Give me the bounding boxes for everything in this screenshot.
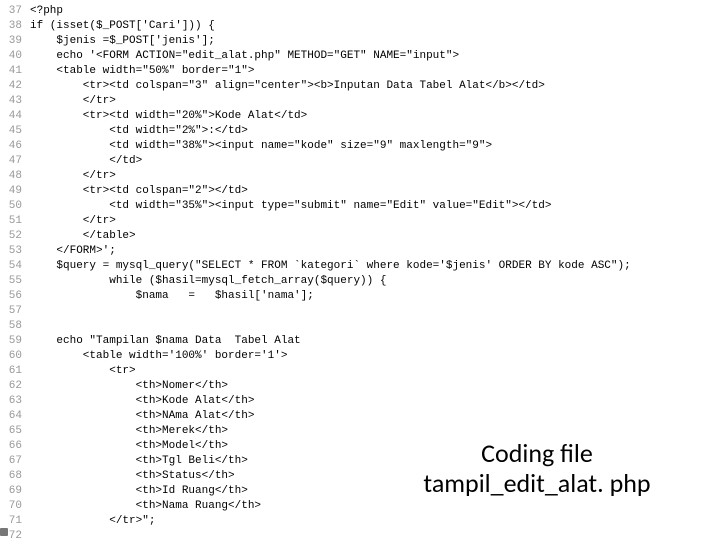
code-line: </td>: [30, 154, 720, 169]
slide-caption: Coding file tampil_edit_alat. php: [382, 438, 692, 498]
code-line: <th>Merek</th>: [30, 424, 720, 439]
line-number: 41: [0, 64, 22, 79]
line-number: 43: [0, 94, 22, 109]
code-line: echo "Tampilan $nama Data Tabel Alat: [30, 334, 720, 349]
line-number: 56: [0, 289, 22, 304]
line-number: 44: [0, 109, 22, 124]
code-line: <td width="38%"><input name="kode" size=…: [30, 139, 720, 154]
line-number: 55: [0, 274, 22, 289]
line-number: 47: [0, 154, 22, 169]
code-line: <tr><td colspan="2"></td>: [30, 184, 720, 199]
line-number: 50: [0, 199, 22, 214]
line-number: 53: [0, 244, 22, 259]
line-number: 57: [0, 304, 22, 319]
line-number: 42: [0, 79, 22, 94]
code-line: <th>Nama Ruang</th>: [30, 499, 720, 514]
line-number: 37: [0, 4, 22, 19]
line-number: 51: [0, 214, 22, 229]
code-line: <?php: [30, 4, 720, 19]
line-number-gutter: 3738394041424344454647484950515253545556…: [0, 4, 30, 544]
code-line: [30, 319, 720, 334]
code-line: <table width='100%' border='1'>: [30, 349, 720, 364]
line-number: 38: [0, 19, 22, 34]
code-line: $nama = $hasil['nama'];: [30, 289, 720, 304]
caption-line-2: tampil_edit_alat. php: [382, 468, 692, 498]
code-line: while ($hasil=mysql_fetch_array($query))…: [30, 274, 720, 289]
line-number: 45: [0, 124, 22, 139]
line-number: 70: [0, 499, 22, 514]
line-number: 65: [0, 424, 22, 439]
line-number: 60: [0, 349, 22, 364]
line-number: 58: [0, 319, 22, 334]
code-line: <table width="50%" border="1">: [30, 64, 720, 79]
line-number: 39: [0, 34, 22, 49]
line-number: 62: [0, 379, 22, 394]
code-line: $query = mysql_query("SELECT * FROM `kat…: [30, 259, 720, 274]
code-line: [30, 304, 720, 319]
code-line: </tr>: [30, 94, 720, 109]
line-number: 40: [0, 49, 22, 64]
line-number: 48: [0, 169, 22, 184]
code-line: [30, 529, 720, 544]
code-line: <tr><td colspan="3" align="center"><b>In…: [30, 79, 720, 94]
code-line: <th>Kode Alat</th>: [30, 394, 720, 409]
code-line: if (isset($_POST['Cari'])) {: [30, 19, 720, 34]
code-line: </tr>";: [30, 514, 720, 529]
line-number: 66: [0, 439, 22, 454]
code-line: </tr>: [30, 214, 720, 229]
code-line: <th>NAma Alat</th>: [30, 409, 720, 424]
code-line: <tr><td width="20%">Kode Alat</td>: [30, 109, 720, 124]
code-line: $jenis =$_POST['jenis'];: [30, 34, 720, 49]
bullet-marker: [0, 528, 8, 536]
code-line: <th>Nomer</th>: [30, 379, 720, 394]
line-number: 69: [0, 484, 22, 499]
line-number: 64: [0, 409, 22, 424]
code-line: </table>: [30, 229, 720, 244]
code-line: echo '<FORM ACTION="edit_alat.php" METHO…: [30, 49, 720, 64]
line-number: 59: [0, 334, 22, 349]
caption-line-1: Coding file: [382, 438, 692, 468]
line-number: 63: [0, 394, 22, 409]
line-number: 67: [0, 454, 22, 469]
line-number: 46: [0, 139, 22, 154]
line-number: 54: [0, 259, 22, 274]
code-line: </FORM>';: [30, 244, 720, 259]
line-number: 71: [0, 514, 22, 529]
code-line: <td width="2%">:</td>: [30, 124, 720, 139]
line-number: 49: [0, 184, 22, 199]
line-number: 52: [0, 229, 22, 244]
line-number: 68: [0, 469, 22, 484]
code-line: <tr>: [30, 364, 720, 379]
line-number: 61: [0, 364, 22, 379]
code-line: <td width="35%"><input type="submit" nam…: [30, 199, 720, 214]
code-line: </tr>: [30, 169, 720, 184]
